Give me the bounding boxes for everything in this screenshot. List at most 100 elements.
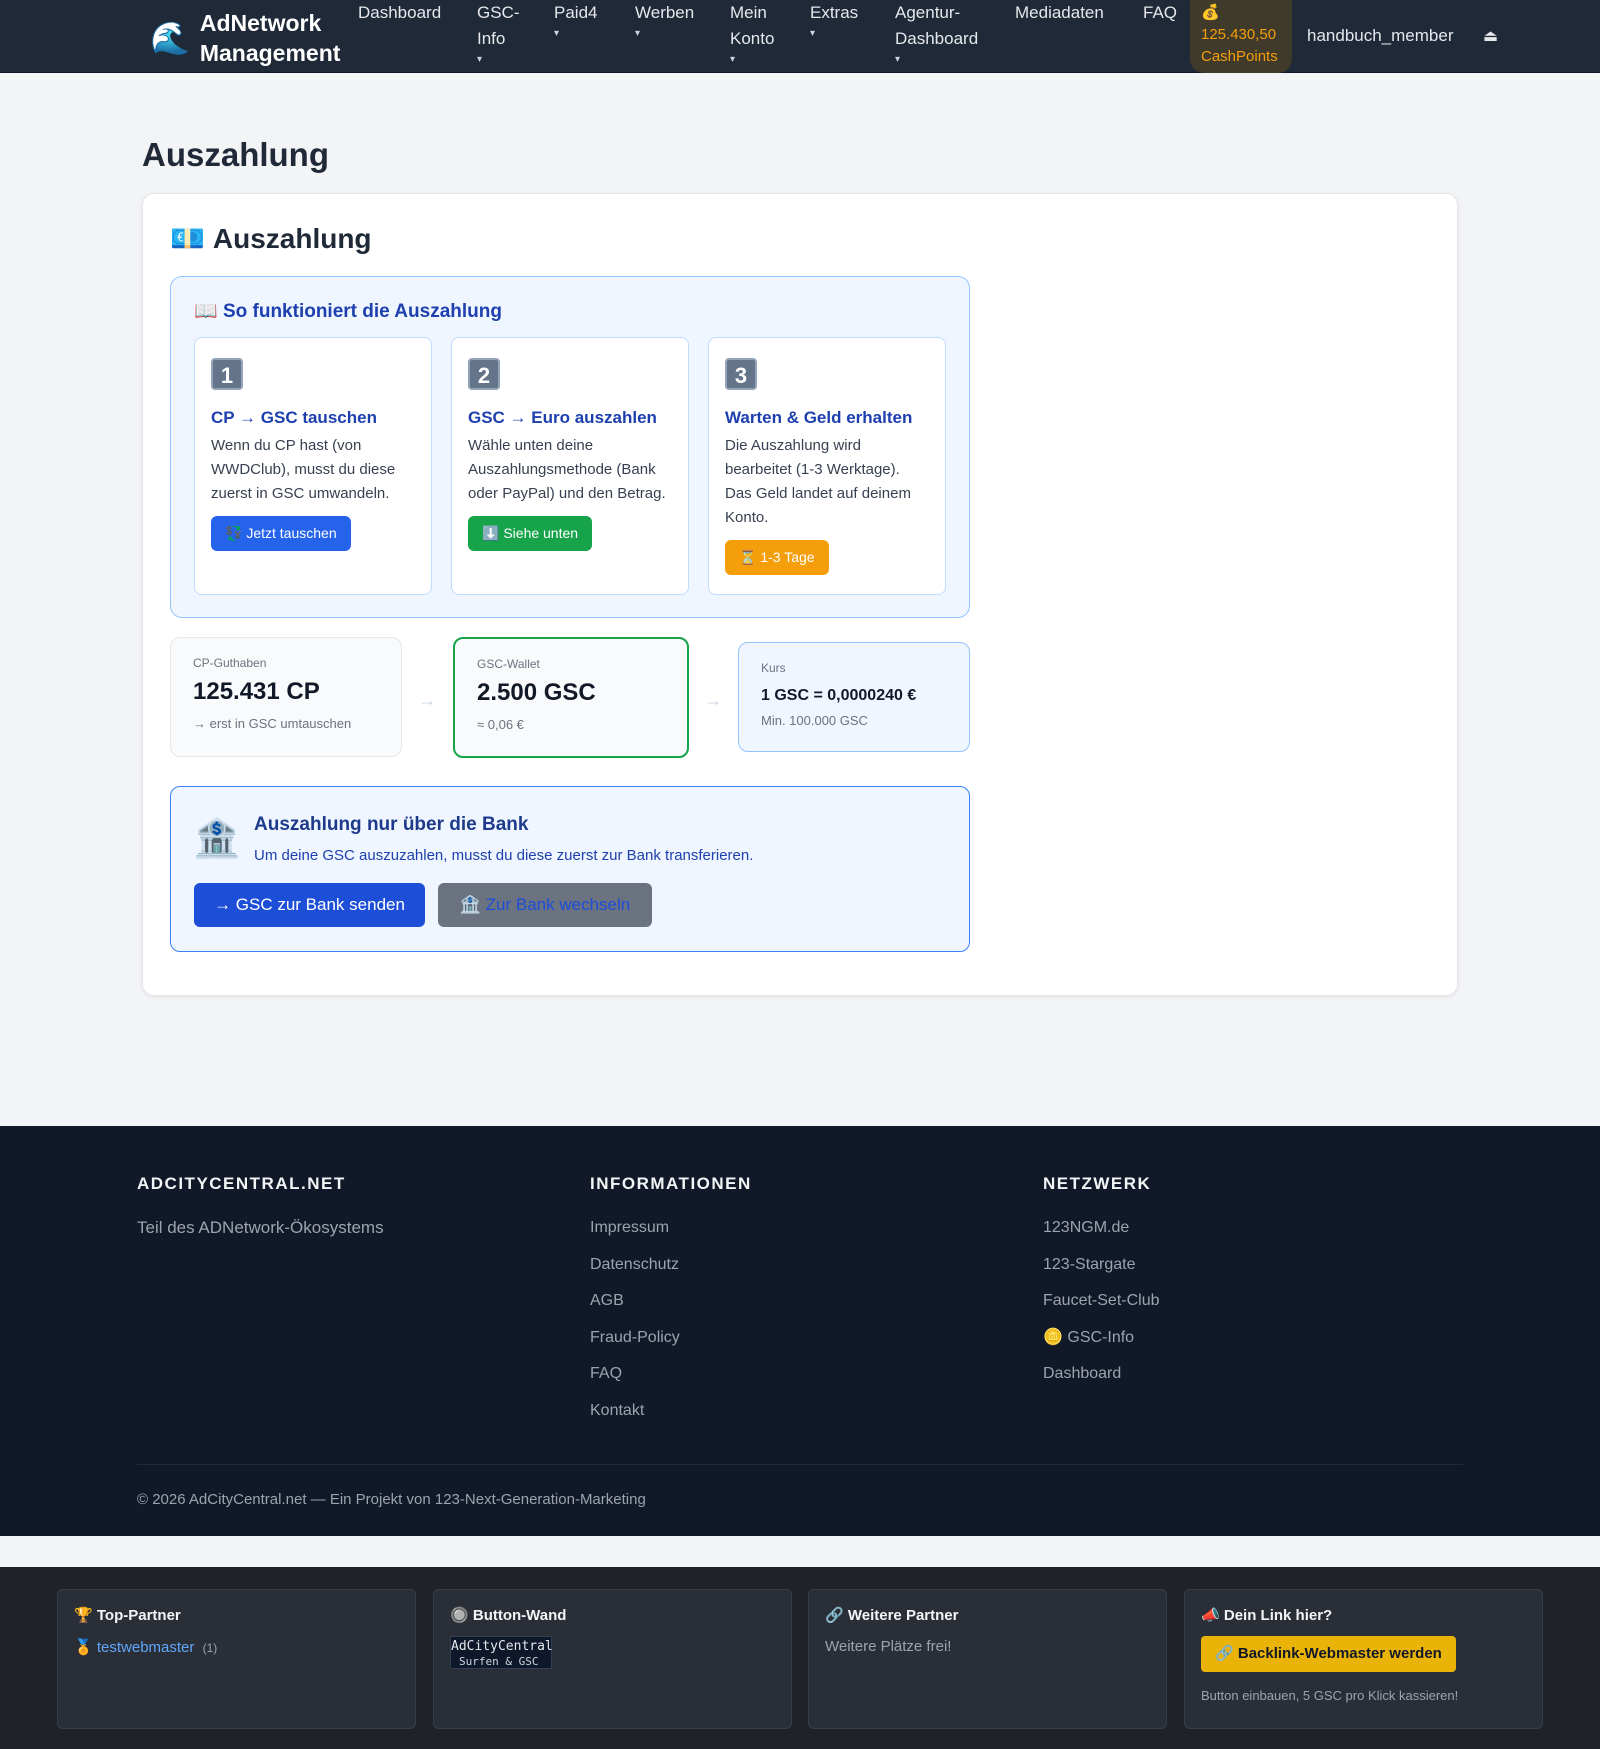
down-arrow-icon: ⬇️	[482, 525, 500, 541]
nav-paid4[interactable]: Paid4 ▾	[554, 0, 597, 42]
box-title: 🏆 Top-Partner	[74, 1607, 181, 1624]
trophy-icon: 🏆	[74, 1607, 93, 1624]
step-title: CP → GSC tauschen	[211, 408, 377, 427]
howto-section: 📖 So funktioniert die Auszahlung 1 CP → …	[170, 276, 970, 618]
nav-gsc-info[interactable]: GSC- Info ▾	[477, 0, 520, 68]
nav-faq[interactable]: FAQ	[1143, 0, 1177, 26]
bank-title: Auszahlung nur über die Bank	[254, 814, 529, 835]
footer-link-datenschutz[interactable]: Datenschutz	[590, 1255, 752, 1275]
euro-banknote-icon: 💶	[170, 223, 205, 254]
money-bag-icon: 💰	[1201, 4, 1220, 21]
gsc-wallet-box: GSC-Wallet 2.500 GSC ≈ 0,06 €	[453, 637, 689, 758]
become-backlink-webmaster-button[interactable]: 🔗 Backlink-Webmaster werden	[1201, 1636, 1456, 1672]
book-icon: 📖	[194, 301, 218, 322]
partner-strip: 🏆 Top-Partner 🏅 testwebmaster (1) 🔘 Butt…	[0, 1567, 1600, 1749]
footer-col-network: NETZWERK 123NGM.de 123-Stargate Faucet-S…	[1043, 1174, 1160, 1401]
days-badge: ⏳ 1-3 Tage	[725, 540, 829, 575]
nav-mein-konto[interactable]: Mein Konto ▾	[730, 0, 774, 68]
payout-card: 💶 Auszahlung 📖 So funktioniert die Auszah…	[142, 193, 1458, 996]
nav-mediadaten[interactable]: Mediadaten	[1015, 0, 1104, 26]
card-title: 💶 Auszahlung	[170, 223, 372, 254]
nav-extras[interactable]: Extras ▾	[810, 0, 858, 42]
box-title: 🔘 Button-Wand	[450, 1607, 567, 1624]
megaphone-icon: 📣	[1201, 1607, 1220, 1624]
top-partner-box: 🏆 Top-Partner 🏅 testwebmaster (1)	[57, 1589, 416, 1729]
nav-agentur-dashboard[interactable]: Agentur- Dashboard ▾	[895, 0, 978, 68]
chevron-down-icon: ▾	[895, 54, 901, 65]
step-text: Die Auszahlung wird bearbeitet (1-3 Werk…	[725, 437, 911, 526]
bank-text: Um deine GSC auszuzahlen, musst du diese…	[254, 847, 754, 864]
page-title: Auszahlung	[142, 136, 329, 173]
top-navigation: 🌊 AdNetwork Management Dashboard GSC- In…	[0, 0, 1600, 73]
bank-icon: 🏦	[459, 895, 481, 914]
footer-link-stargate[interactable]: 123-Stargate	[1043, 1255, 1160, 1275]
cp-balance-value: 125.431 CP	[193, 678, 320, 705]
gsc-wallet-value: 2.500 GSC	[477, 679, 596, 706]
number-3-icon: 3	[725, 358, 757, 390]
brand-name: AdNetwork Management	[199, 10, 341, 66]
cashpoints-unit: CashPoints	[1201, 48, 1278, 65]
footer-link-dashboard[interactable]: Dashboard	[1043, 1364, 1160, 1384]
step-title: Warten & Geld erhalten	[725, 408, 913, 427]
footer-link-fraud-policy[interactable]: Fraud-Policy	[590, 1328, 752, 1348]
footer-heading: NETZWERK	[1043, 1174, 1152, 1193]
link-icon: 🔗	[1215, 1645, 1234, 1662]
nav-werben[interactable]: Werben ▾	[635, 0, 694, 42]
footer: ADCITYCENTRAL.NET Teil des ADNetwork-Öko…	[0, 1126, 1600, 1536]
username-link[interactable]: handbuch_member	[1307, 26, 1453, 46]
exchange-rate-value: 1 GSC = 0,0000240 €	[761, 687, 917, 704]
copyright: © 2026 AdCityCentral.net — Ein Projekt v…	[137, 1491, 646, 1508]
partner-count: (1)	[202, 1641, 218, 1655]
hourglass-icon: ⏳	[739, 549, 757, 565]
exchange-now-button[interactable]: 💱 Jetzt tauschen	[211, 516, 351, 551]
box-title: 📣 Dein Link hier?	[1201, 1607, 1333, 1624]
exchange-icon: 💱	[225, 525, 243, 541]
footer-heading: ADCITYCENTRAL.NET	[137, 1174, 346, 1193]
wave-icon: 🌊	[150, 20, 190, 56]
chevron-down-icon: ▾	[730, 54, 736, 65]
more-partners-box: 🔗 Weitere Partner Weitere Plätze frei!	[808, 1589, 1167, 1729]
cp-balance-box: CP-Guthaben 125.431 CP → erst in GSC umt…	[170, 637, 402, 757]
chevron-down-icon: ▾	[635, 28, 641, 39]
medal-icon: 🏅	[74, 1639, 93, 1656]
step-card-3: 3 Warten & Geld erhalten Die Auszahlung …	[708, 337, 946, 595]
chevron-down-icon: ▾	[477, 54, 483, 65]
arrow-right-icon: →	[418, 690, 436, 710]
footer-heading: INFORMATIONEN	[590, 1174, 752, 1193]
nav-dashboard[interactable]: Dashboard	[358, 0, 441, 26]
cashpoints-badge[interactable]: 💰 125.430,50 CashPoints	[1190, 0, 1292, 73]
footer-link-gsc-info[interactable]: 🪙 GSC-Info	[1043, 1328, 1160, 1348]
footer-link-123ngm[interactable]: 123NGM.de	[1043, 1218, 1160, 1238]
partner-link[interactable]: testwebmaster	[97, 1639, 195, 1656]
switch-to-bank-button[interactable]: 🏦 Zur Bank wechseln	[438, 883, 652, 927]
footer-link-impressum[interactable]: Impressum	[590, 1218, 752, 1238]
arrow-right-icon: →	[704, 690, 722, 710]
step-title: GSC → Euro auszahlen	[468, 408, 657, 427]
send-gsc-to-bank-button[interactable]: → GSC zur Bank senden	[194, 883, 425, 927]
adcitycentral-banner[interactable]: AdCityCentral Surfen & GSC	[450, 1636, 553, 1669]
bank-icon: 🏦	[193, 818, 241, 860]
your-link-box: 📣 Dein Link hier? 🔗 Backlink-Webmaster w…	[1184, 1589, 1543, 1729]
footer-link-faq[interactable]: FAQ	[590, 1364, 752, 1384]
brand-logo[interactable]: 🌊 AdNetwork Management	[150, 8, 340, 68]
number-1-icon: 1	[211, 358, 243, 390]
footer-link-agb[interactable]: AGB	[590, 1291, 752, 1311]
exchange-rate-box: Kurs 1 GSC = 0,0000240 € Min. 100.000 GS…	[738, 642, 970, 752]
link-icon: 🔗	[825, 1607, 844, 1624]
footer-link-faucet-set-club[interactable]: Faucet-Set-Club	[1043, 1291, 1160, 1311]
bank-payout-box: 🏦 Auszahlung nur über die Bank Um deine …	[170, 786, 970, 952]
chevron-down-icon: ▾	[810, 28, 816, 39]
step-card-2: 2 GSC → Euro auszahlen Wähle unten deine…	[451, 337, 689, 595]
number-2-icon: 2	[468, 358, 500, 390]
chevron-down-icon: ▾	[554, 28, 560, 39]
see-below-button[interactable]: ⬇️ Siehe unten	[468, 516, 593, 551]
step-text: Wähle unten deine Auszahlungsmethode (Ba…	[468, 437, 666, 502]
step-card-1: 1 CP → GSC tauschen Wenn du CP hast (von…	[194, 337, 432, 595]
box-title: 🔗 Weitere Partner	[825, 1607, 959, 1624]
logout-icon[interactable]: ⏏	[1483, 26, 1498, 46]
footer-col-info: INFORMATIONEN Impressum Datenschutz AGB …	[590, 1174, 752, 1438]
footer-link-kontakt[interactable]: Kontakt	[590, 1401, 752, 1421]
footer-divider	[137, 1464, 1463, 1465]
howto-title: 📖 So funktioniert die Auszahlung	[194, 301, 502, 322]
footer-col-about: ADCITYCENTRAL.NET Teil des ADNetwork-Öko…	[137, 1174, 384, 1237]
